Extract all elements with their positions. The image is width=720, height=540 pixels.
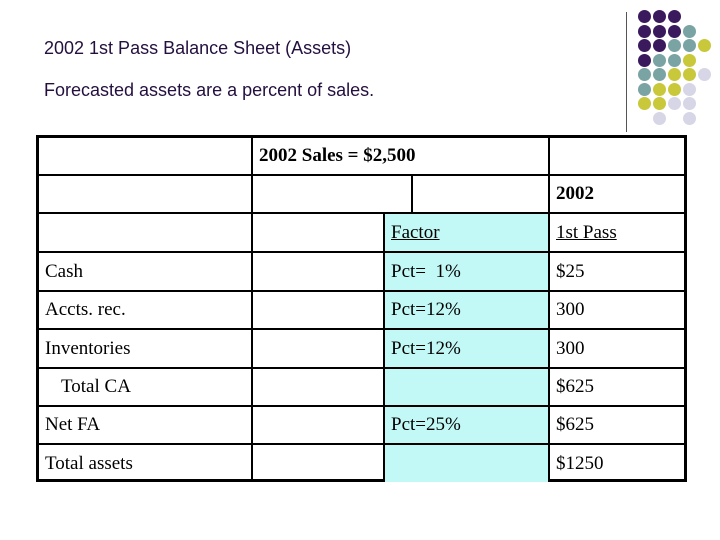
decorative-dot bbox=[653, 68, 666, 81]
decorative-dot bbox=[638, 24, 651, 38]
decorative-dot bbox=[638, 39, 651, 52]
slide-subtitle: Forecasted assets are a percent of sales… bbox=[44, 80, 375, 100]
decorative-dot bbox=[638, 68, 651, 81]
decorative-dot bbox=[668, 24, 681, 38]
decorative-dot bbox=[683, 39, 696, 52]
row-label: Inventories bbox=[45, 337, 131, 359]
row-factor: Pct=12% bbox=[391, 299, 461, 320]
slide-title: 2002 1st Pass Balance Sheet (Assets) bbox=[44, 38, 352, 58]
row-value: 300 bbox=[556, 299, 585, 320]
row-label: Cash bbox=[45, 260, 83, 282]
row-value: 300 bbox=[556, 337, 585, 359]
sales-header: 2002 Sales = $2,500 bbox=[259, 145, 416, 166]
balance-sheet-table: 2002 Sales = $2,500 2002 Factor 1st Pass… bbox=[36, 135, 687, 482]
decorative-dot-grid bbox=[638, 10, 718, 125]
row-value: $625 bbox=[556, 414, 594, 435]
decorative-dot bbox=[638, 10, 651, 23]
decorative-dot bbox=[698, 39, 711, 52]
decorative-dot bbox=[653, 53, 666, 67]
decorative-divider bbox=[626, 12, 627, 132]
decorative-dot bbox=[698, 68, 711, 81]
decorative-dot bbox=[683, 111, 696, 125]
row-factor bbox=[385, 445, 548, 482]
row-factor: Pct=12% bbox=[391, 337, 461, 359]
column-divider bbox=[251, 138, 253, 482]
decorative-dot bbox=[668, 97, 681, 110]
decorative-dot bbox=[668, 82, 681, 96]
decorative-dot bbox=[638, 97, 651, 110]
row-factor: Pct= 1% bbox=[391, 260, 461, 282]
row-value: $1250 bbox=[556, 452, 604, 474]
decorative-dot bbox=[683, 53, 696, 67]
decorative-dot bbox=[638, 82, 651, 96]
decorative-dot bbox=[668, 39, 681, 52]
decorative-dot bbox=[653, 10, 666, 23]
row-label: Total CA bbox=[61, 376, 131, 397]
row-value: $625 bbox=[556, 376, 594, 397]
decorative-dot bbox=[683, 82, 696, 96]
row-factor: Pct=25% bbox=[391, 414, 461, 435]
row-value: $25 bbox=[556, 260, 585, 282]
decorative-dot bbox=[668, 53, 681, 67]
decorative-dot bbox=[653, 82, 666, 96]
decorative-dot bbox=[653, 97, 666, 110]
decorative-dot bbox=[683, 97, 696, 110]
decorative-dot bbox=[653, 24, 666, 38]
decorative-dot bbox=[653, 111, 666, 125]
decorative-dot bbox=[668, 10, 681, 23]
decorative-dot bbox=[653, 39, 666, 52]
column-divider bbox=[411, 174, 413, 213]
row-label: Accts. rec. bbox=[45, 299, 126, 320]
decorative-dot bbox=[638, 53, 651, 67]
row-factor bbox=[385, 369, 548, 405]
row-label: Total assets bbox=[45, 452, 133, 474]
factor-header: Factor bbox=[391, 221, 440, 243]
decorative-dot bbox=[683, 24, 696, 38]
row-label: Net FA bbox=[45, 414, 101, 435]
decorative-dot bbox=[668, 68, 681, 81]
first-pass-header: 1st Pass bbox=[556, 221, 617, 243]
year-header: 2002 bbox=[556, 183, 594, 204]
decorative-dot bbox=[683, 68, 696, 81]
